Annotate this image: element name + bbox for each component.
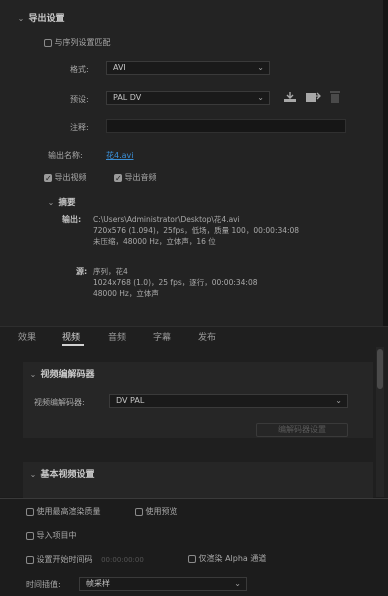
chevron-down-icon: ⌄ <box>335 396 342 405</box>
video-scroll-thumb[interactable] <box>377 349 383 389</box>
export-audio-checkbox[interactable] <box>114 173 122 182</box>
match-sequence-row[interactable]: 与序列设置匹配 <box>44 37 111 48</box>
render-alpha-checkbox[interactable] <box>188 554 196 563</box>
summary-header[interactable]: ⌄ 摘要 <box>46 196 76 208</box>
max-render-quality-checkbox[interactable] <box>26 507 34 516</box>
source-label: 源: <box>76 267 88 276</box>
preset-dropdown[interactable]: PAL DV ⌄ <box>106 91 270 105</box>
format-value: AVI <box>113 63 126 72</box>
source-line: 48000 Hz，立体声 <box>93 289 159 298</box>
chevron-down-icon: ⌄ <box>257 63 264 72</box>
output-name-link[interactable]: 花4.avi <box>106 150 134 161</box>
summary-title: 摘要 <box>58 198 76 208</box>
export-video-label: 导出视频 <box>54 173 87 182</box>
source-line: 序列，花4 <box>93 267 128 276</box>
render-alpha-label: 仅渲染 Alpha 通道 <box>198 554 267 563</box>
comment-label: 注释: <box>70 123 89 132</box>
video-codec-value: DV PAL <box>116 396 145 405</box>
preset-value: PAL DV <box>113 93 142 102</box>
output-summary: C:\Users\Administrator\Desktop\花4.avi 72… <box>93 214 378 247</box>
import-project-label: 导入项目中 <box>36 531 77 540</box>
save-preset-icon[interactable] <box>283 91 297 103</box>
import-project-checkbox[interactable] <box>26 531 34 540</box>
output-name-label: 输出名称: <box>48 151 83 160</box>
import-preset-icon[interactable] <box>305 91 321 103</box>
active-tab-indicator <box>62 344 84 346</box>
video-codec-label: 视频编解码器: <box>34 398 85 407</box>
tab-video[interactable]: 视频 <box>62 330 80 343</box>
basic-video-title: 基本视频设置 <box>40 470 95 480</box>
use-previews-checkbox[interactable] <box>135 507 143 516</box>
chevron-down-icon: ⌄ <box>234 579 241 588</box>
format-label: 格式: <box>70 65 89 74</box>
max-render-quality-row[interactable]: 使用最高渲染质量 <box>26 506 101 517</box>
render-alpha-row[interactable]: 仅渲染 Alpha 通道 <box>188 553 266 564</box>
tab-effects[interactable]: 效果 <box>18 330 36 343</box>
start-timecode-checkbox[interactable] <box>26 555 34 564</box>
max-render-quality-label: 使用最高渲染质量 <box>36 507 101 516</box>
time-interpolation-dropdown[interactable]: 帧采样 ⌄ <box>79 577 247 591</box>
chevron-down-icon: ⌄ <box>257 93 264 102</box>
output-label: 输出: <box>62 215 82 224</box>
chevron-down-icon[interactable]: ⌄ <box>28 370 38 379</box>
start-timecode-label: 设置开始时间码 <box>36 555 93 564</box>
output-line: C:\Users\Administrator\Desktop\花4.avi <box>93 215 240 224</box>
match-sequence-label: 与序列设置匹配 <box>54 38 111 47</box>
time-interpolation-label: 时间插值: <box>26 580 61 589</box>
output-line: 720x576 (1.094)，25fps，低场，质量 100，00:00:34… <box>93 226 300 235</box>
export-audio-row[interactable]: 导出音频 <box>114 172 157 183</box>
time-interpolation-value: 帧采样 <box>86 579 110 588</box>
codec-settings-button[interactable]: 编解码器设置 <box>256 423 348 437</box>
chevron-down-icon[interactable]: ⌄ <box>28 470 38 479</box>
export-video-checkbox[interactable] <box>44 173 52 182</box>
format-dropdown[interactable]: AVI ⌄ <box>106 61 270 75</box>
chevron-down-icon[interactable]: ⌄ <box>16 14 26 23</box>
export-settings-title: 导出设置 <box>28 14 65 24</box>
use-previews-row[interactable]: 使用预览 <box>135 506 178 517</box>
video-codec-header[interactable]: ⌄ 视频编解码器 <box>28 367 95 380</box>
delete-preset-icon[interactable] <box>329 90 341 104</box>
start-timecode-value[interactable]: 00:00:00:00 <box>101 556 144 564</box>
preset-label: 预设: <box>70 95 89 104</box>
video-codec-title: 视频编解码器 <box>40 370 95 380</box>
import-project-row[interactable]: 导入项目中 <box>26 530 77 541</box>
top-scrollbar[interactable] <box>383 0 388 326</box>
tab-publish[interactable]: 发布 <box>198 330 216 343</box>
export-settings-header[interactable]: ⌄ 导出设置 <box>16 11 65 24</box>
start-timecode-row[interactable]: 设置开始时间码 00:00:00:00 <box>26 554 144 565</box>
source-line: 1024x768 (1.0)，25 fps，逐行，00:00:34:08 <box>93 278 258 287</box>
source-summary: 序列，花4 1024x768 (1.0)，25 fps，逐行，00:00:34:… <box>93 266 378 299</box>
tab-captions[interactable]: 字幕 <box>153 330 171 343</box>
export-video-row[interactable]: 导出视频 <box>44 172 87 183</box>
settings-tabs <box>0 326 388 347</box>
comment-input[interactable] <box>106 119 346 133</box>
basic-video-header[interactable]: ⌄ 基本视频设置 <box>28 467 95 480</box>
chevron-down-icon[interactable]: ⌄ <box>46 198 56 207</box>
use-previews-label: 使用预览 <box>145 507 178 516</box>
tab-audio[interactable]: 音频 <box>108 330 126 343</box>
export-audio-label: 导出音频 <box>124 173 157 182</box>
video-scroll-track[interactable] <box>376 347 384 497</box>
output-line: 未压缩，48000 Hz，立体声，16 位 <box>93 237 216 246</box>
match-sequence-checkbox[interactable] <box>44 38 52 47</box>
video-codec-dropdown[interactable]: DV PAL ⌄ <box>109 394 348 408</box>
